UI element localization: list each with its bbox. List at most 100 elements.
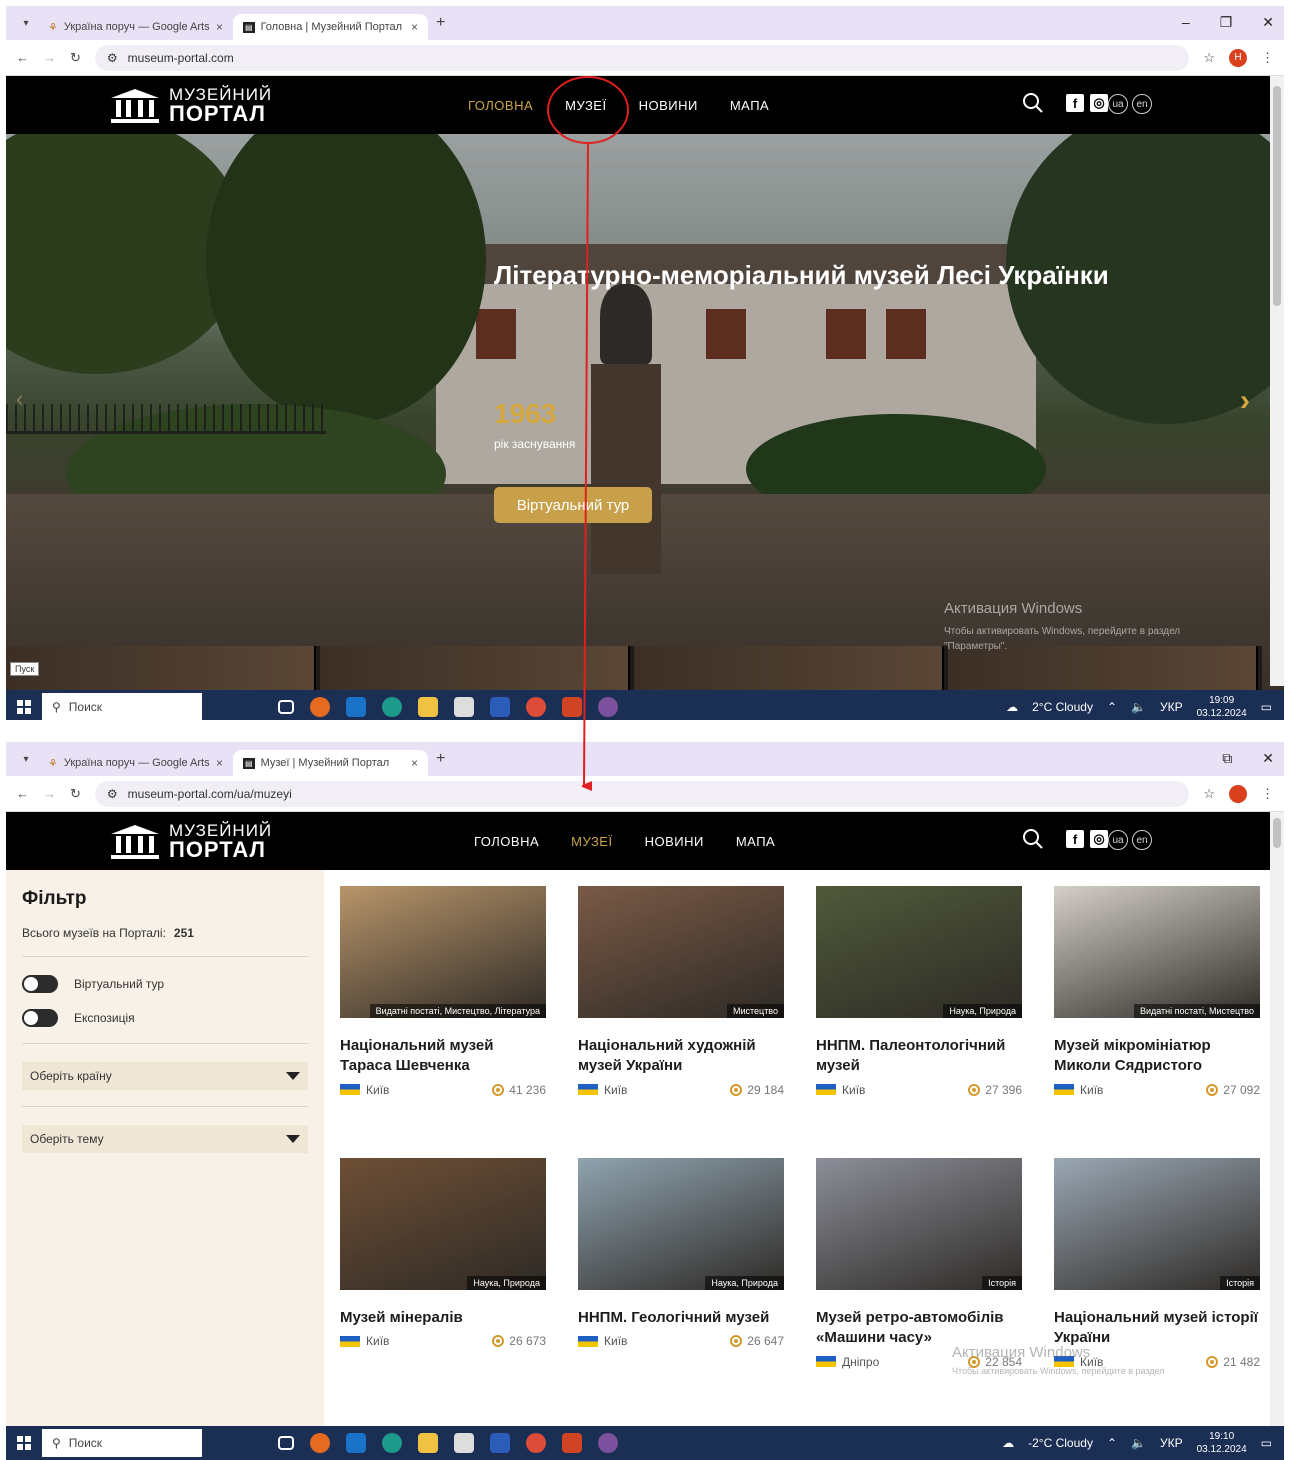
tray-expand-icon[interactable]: ⌃ [1107,700,1117,714]
close-tab-icon[interactable]: × [411,20,418,34]
close-window-icon[interactable]: ✕ [1262,14,1274,31]
facebook-icon[interactable]: f [1066,830,1084,848]
restore-icon[interactable]: ⧉ [1222,750,1232,767]
maximize-icon[interactable]: ❐ [1220,14,1233,31]
lang-ua-button[interactable]: ua [1108,830,1128,850]
nav-home[interactable]: ГОЛОВНА [474,834,539,849]
museum-image[interactable]: Історія [1054,1158,1260,1290]
nav-museums[interactable]: МУЗЕЇ [565,98,606,113]
viber-icon[interactable] [598,697,618,717]
museum-name[interactable]: Національний художній музей України [578,1036,784,1077]
clock[interactable]: 19:10 03.12.2024 [1197,1430,1247,1456]
weather-text[interactable]: -2°C Cloudy [1028,1436,1093,1450]
tab-museum-portal[interactable]: ▤ Головна | Музейний Портал × [233,14,428,40]
next-slide-icon[interactable]: › [1240,384,1250,418]
url-field[interactable]: ⚙ museum-portal.com/ua/muzeyi [94,780,1190,807]
museum-card[interactable]: Наука, Природа ННПМ. Палеонтологічний муз… [816,886,1022,1097]
museum-name[interactable]: Національний музей історії України [1054,1308,1260,1349]
close-tab-icon[interactable]: × [216,756,223,770]
volume-icon[interactable]: 🔈 [1131,700,1146,714]
instagram-icon[interactable]: ◎ [1090,94,1108,112]
museum-image[interactable]: Видатні постаті, Мистецтво, Література [340,886,546,1018]
nav-news[interactable]: НОВИНИ [639,98,698,113]
museum-card[interactable]: Історія Музей ретро-автомобілів «Машини ч… [816,1158,1022,1369]
museum-image[interactable]: Видатні постаті, Мистецтво [1054,886,1260,1018]
page-scrollbar[interactable] [1270,812,1284,1426]
notifications-icon[interactable]: ▭ [1261,1436,1272,1450]
new-tab-button[interactable]: + [436,14,445,32]
tab-google-arts[interactable]: ⚘ Україна поруч — Google Arts × [38,750,233,776]
profile-avatar[interactable] [1229,784,1247,803]
word-icon[interactable] [490,1433,510,1453]
tray-expand-icon[interactable]: ⌃ [1107,1436,1117,1450]
volume-icon[interactable]: 🔈 [1131,1436,1146,1450]
museum-image[interactable]: Мистецтво [578,886,784,1018]
museum-image[interactable]: Наука, Природа [816,886,1022,1018]
back-icon[interactable]: ← [16,50,29,65]
close-window-icon[interactable]: ✕ [1262,750,1274,767]
edge-icon[interactable] [382,1433,402,1453]
start-button[interactable] [6,1426,42,1460]
nav-map[interactable]: МАПА [736,834,775,849]
site-logo[interactable]: МУЗЕЙНИЙ ПОРТАЛ [111,86,272,125]
lang-en-button[interactable]: en [1132,94,1152,114]
weather-text[interactable]: 2°C Cloudy [1032,700,1093,714]
nav-home[interactable]: ГОЛОВНА [468,98,533,113]
profile-avatar[interactable]: Н [1229,48,1247,67]
outlook-icon[interactable] [346,697,366,717]
url-field[interactable]: ⚙ museum-portal.com [94,44,1190,71]
firefox-icon[interactable] [310,697,330,717]
tab-search-icon[interactable]: ▾ [14,18,38,29]
taskbar-search[interactable]: ⚲ Поиск [42,1429,202,1457]
reload-icon[interactable]: ↻ [70,786,81,802]
site-info-icon[interactable]: ⚙ [107,51,118,65]
minimize-icon[interactable]: – [1182,14,1190,31]
museum-card[interactable]: Історія Національний музей історії Україн… [1054,1158,1260,1369]
new-tab-button[interactable]: + [436,750,445,768]
museum-name[interactable]: ННПМ. Палеонтологічний музей [816,1036,1022,1077]
country-select[interactable]: Оберіть країну [22,1062,308,1090]
virtual-tour-toggle[interactable] [22,975,58,993]
museum-name[interactable]: Національний музей Тараса Шевченка [340,1036,546,1077]
forward-icon[interactable]: → [43,50,56,65]
tab-google-arts[interactable]: ⚘ Україна поруч — Google Arts × [38,14,233,40]
search-icon[interactable] [1022,828,1044,850]
museum-card[interactable]: Видатні постаті, Мистецтво, Література На… [340,886,546,1097]
close-tab-icon[interactable]: × [411,756,418,770]
site-info-icon[interactable]: ⚙ [107,787,118,801]
close-tab-icon[interactable]: × [216,20,223,34]
start-button[interactable] [6,690,42,720]
museum-image[interactable]: Наука, Природа [340,1158,546,1290]
powerpoint-icon[interactable] [562,1433,582,1453]
lang-ua-button[interactable]: ua [1108,94,1128,114]
forward-icon[interactable]: → [43,786,56,801]
taskbar-search[interactable]: ⚲ Поиск [42,693,202,720]
powerpoint-icon[interactable] [562,697,582,717]
store-icon[interactable] [454,697,474,717]
reload-icon[interactable]: ↻ [70,50,81,66]
nav-map[interactable]: МАПА [730,98,769,113]
notifications-icon[interactable]: ▭ [1261,700,1272,714]
museum-card[interactable]: Мистецтво Національний художній музей Укр… [578,886,784,1097]
theme-select[interactable]: Оберіть тему [22,1125,308,1153]
word-icon[interactable] [490,697,510,717]
outlook-icon[interactable] [346,1433,366,1453]
chrome-icon[interactable] [526,1433,546,1453]
museum-name[interactable]: Музей мінералів [340,1308,546,1328]
viber-icon[interactable] [598,1433,618,1453]
tab-museum-portal[interactable]: ▤ Музеї | Музейний Портал × [233,750,428,776]
museum-name[interactable]: Музей ретро-автомобілів «Машини часу» [816,1308,1022,1349]
exposition-toggle[interactable] [22,1009,58,1027]
page-scrollbar[interactable] [1270,76,1284,686]
museum-image[interactable]: Історія [816,1158,1022,1290]
file-explorer-icon[interactable] [418,1433,438,1453]
museum-name[interactable]: Музей мікромініатюр Миколи Сядристого [1054,1036,1260,1077]
browser-menu-icon[interactable]: ⋮ [1261,786,1274,802]
museum-name[interactable]: ННПМ. Геологічний музей [578,1308,784,1328]
weather-icon[interactable]: ☁ [1006,700,1018,714]
input-language[interactable]: УКР [1160,1436,1183,1450]
firefox-icon[interactable] [310,1433,330,1453]
museum-card[interactable]: Видатні постаті, Мистецтво Музей мікромін… [1054,886,1260,1097]
weather-icon[interactable]: ☁ [1002,1436,1014,1450]
edge-icon[interactable] [382,697,402,717]
